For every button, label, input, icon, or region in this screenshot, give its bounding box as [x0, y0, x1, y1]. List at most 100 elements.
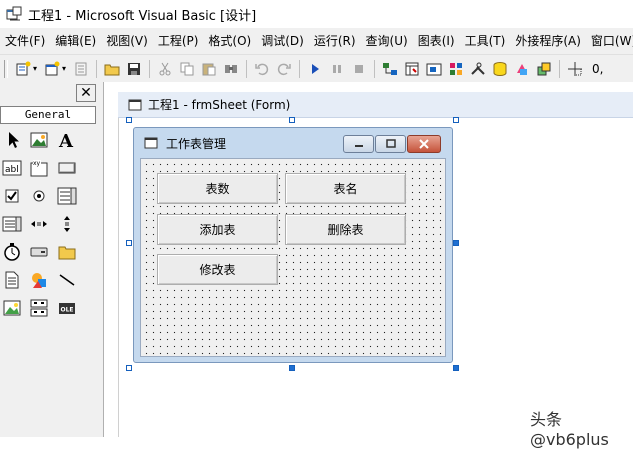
- menu-tools[interactable]: 工具(T): [460, 28, 511, 54]
- count-sheets-button[interactable]: 表数: [157, 173, 278, 204]
- menu-debug[interactable]: 调试(D): [256, 28, 309, 54]
- add-sheet-button[interactable]: 添加表: [157, 214, 278, 245]
- object-browser-icon[interactable]: [446, 59, 466, 79]
- form-layout-icon[interactable]: [424, 59, 444, 79]
- toolbox-panel: ✕ General A abl xy OLE: [0, 82, 104, 437]
- ole-tool-icon[interactable]: OLE: [56, 297, 78, 319]
- paste-icon[interactable]: [199, 59, 219, 79]
- copy-icon[interactable]: [177, 59, 197, 79]
- cut-icon[interactable]: [155, 59, 175, 79]
- open-folder-icon[interactable]: [102, 59, 122, 79]
- designer-window-title: 工程1 - frmSheet (Form): [148, 98, 291, 112]
- run-icon[interactable]: [305, 59, 325, 79]
- standard-toolbar: ▾ ▾ 0,: [0, 54, 633, 82]
- commandbutton-tool-icon[interactable]: [56, 157, 78, 179]
- watermark: 头条@vb6plus: [530, 410, 609, 449]
- resize-handle[interactable]: [453, 240, 459, 246]
- drivelistbox-tool-icon[interactable]: [28, 241, 50, 263]
- line-tool-icon[interactable]: [56, 269, 78, 291]
- toolbar-separator: [149, 59, 150, 78]
- dropdown-arrow-icon[interactable]: ▾: [33, 64, 41, 73]
- listbox-tool-icon[interactable]: [1, 213, 23, 235]
- menu-file[interactable]: 文件(F): [0, 28, 50, 54]
- stop-icon[interactable]: [349, 59, 369, 79]
- properties-window-icon[interactable]: [402, 59, 422, 79]
- resize-handle: [126, 240, 132, 246]
- pause-icon[interactable]: [327, 59, 347, 79]
- close-icon[interactable]: ✕: [76, 84, 96, 102]
- position-readout: 0,: [592, 61, 604, 76]
- toolbar-separator: [96, 59, 97, 78]
- toolbar-separator: [374, 59, 375, 78]
- label-tool-icon[interactable]: A: [56, 129, 78, 151]
- form-caption-text: 工作表管理: [166, 136, 227, 151]
- delete-sheet-button[interactable]: 删除表: [285, 214, 406, 245]
- toolbox-tab-general[interactable]: General: [0, 106, 96, 124]
- title-bar: 工程1 - Microsoft Visual Basic [设计]: [0, 0, 633, 28]
- filelistbox-tool-icon[interactable]: [1, 269, 23, 291]
- minimize-button[interactable]: [343, 135, 374, 153]
- visual-data-manager-icon[interactable]: [512, 59, 532, 79]
- undo-icon[interactable]: [252, 59, 272, 79]
- menu-bar: 文件(F) 编辑(E) 视图(V) 工程(P) 格式(O) 调试(D) 运行(R…: [0, 28, 633, 54]
- find-icon[interactable]: [221, 59, 241, 79]
- picturebox-tool-icon[interactable]: [28, 129, 50, 151]
- menu-editor-icon[interactable]: [71, 59, 91, 79]
- menu-query[interactable]: 查询(U): [361, 28, 413, 54]
- menu-diagram[interactable]: 图表(I): [413, 28, 460, 54]
- svg-text:xy: xy: [33, 160, 41, 167]
- resize-handle: [289, 117, 295, 123]
- timer-tool-icon[interactable]: [1, 241, 23, 263]
- pointer-tool-icon[interactable]: [3, 129, 25, 151]
- combobox-tool-icon[interactable]: [56, 185, 78, 207]
- image-tool-icon[interactable]: [1, 297, 23, 319]
- checkbox-tool-icon[interactable]: [1, 185, 23, 207]
- svg-text:abl: abl: [5, 165, 19, 175]
- resize-handle: [453, 117, 459, 123]
- dropdown-arrow-icon[interactable]: ▾: [62, 64, 70, 73]
- redo-icon[interactable]: [274, 59, 294, 79]
- position-indicator-icon: [565, 59, 585, 79]
- svg-text:A: A: [58, 131, 74, 150]
- maximize-button[interactable]: [375, 135, 406, 153]
- vscrollbar-tool-icon[interactable]: [56, 213, 78, 235]
- toolbar-separator: [246, 59, 247, 78]
- textbox-tool-icon[interactable]: abl: [1, 157, 23, 179]
- project-explorer-icon[interactable]: [380, 59, 400, 79]
- toolbar-separator: [559, 59, 560, 78]
- data-control-tool-icon[interactable]: [28, 297, 50, 319]
- resize-handle[interactable]: [453, 365, 459, 371]
- form-caption-bar[interactable]: 工作表管理: [134, 128, 452, 158]
- add-form-icon[interactable]: [42, 59, 62, 79]
- shape-tool-icon[interactable]: [28, 269, 50, 291]
- menu-run[interactable]: 运行(R): [309, 28, 361, 54]
- resize-handle: [126, 117, 132, 123]
- resize-handle[interactable]: [289, 365, 295, 371]
- menu-format[interactable]: 格式(O): [203, 28, 256, 54]
- add-project-icon[interactable]: [13, 59, 33, 79]
- close-icon: [419, 139, 429, 149]
- form-window-icon: [128, 99, 142, 110]
- data-view-icon[interactable]: [490, 59, 510, 79]
- hscrollbar-tool-icon[interactable]: [28, 213, 50, 235]
- optionbutton-tool-icon[interactable]: [28, 185, 50, 207]
- menu-edit[interactable]: 编辑(E): [50, 28, 101, 54]
- component-manager-icon[interactable]: [534, 59, 554, 79]
- form-client-area[interactable]: 表数 表名 添加表 删除表 修改表: [140, 158, 446, 357]
- toolbar-separator: [299, 59, 300, 78]
- sheet-names-button[interactable]: 表名: [285, 173, 406, 204]
- window-title: 工程1 - Microsoft Visual Basic [设计]: [28, 8, 257, 24]
- toolbar-grip[interactable]: [4, 59, 8, 78]
- menu-window[interactable]: 窗口(W): [586, 28, 633, 54]
- dirlistbox-tool-icon[interactable]: [56, 241, 78, 263]
- modify-sheet-button[interactable]: 修改表: [157, 254, 278, 285]
- close-button[interactable]: [407, 135, 441, 153]
- menu-addins[interactable]: 外接程序(A): [510, 28, 586, 54]
- svg-text:OLE: OLE: [61, 307, 74, 314]
- save-icon[interactable]: [124, 59, 144, 79]
- menu-view[interactable]: 视图(V): [101, 28, 153, 54]
- frame-tool-icon[interactable]: xy: [28, 157, 50, 179]
- menu-project[interactable]: 工程(P): [153, 28, 204, 54]
- form-frmSheet[interactable]: 工作表管理 表数 表名 添加表 删除表 修改表: [133, 127, 453, 363]
- toolbox-icon[interactable]: [468, 59, 488, 79]
